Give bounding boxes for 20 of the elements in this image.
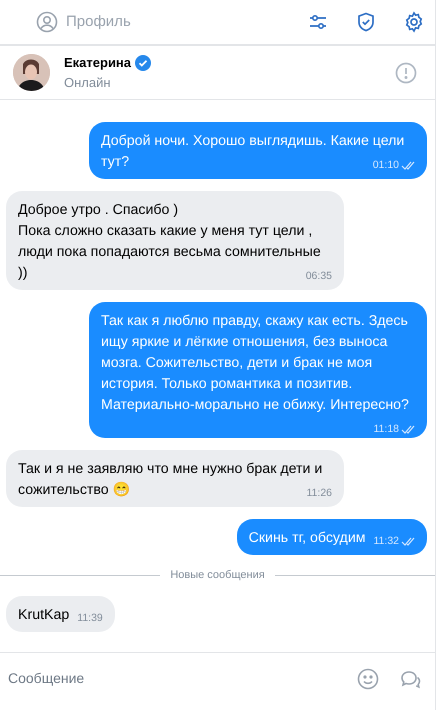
- message-time: 11:26: [306, 486, 332, 500]
- message-bubble: KrutKap 11:39: [6, 596, 115, 632]
- message-bubble: Доброй ночи. Хорошо выглядишь. Какие цели тут? 01:10: [89, 122, 427, 179]
- shield-icon[interactable]: [355, 11, 377, 33]
- message-time: 11:39: [77, 610, 103, 624]
- message-time: 06:35: [306, 269, 332, 283]
- profile-tab[interactable]: Профиль: [36, 10, 131, 34]
- message-time: 11:18: [374, 422, 399, 436]
- contact-name: Екатерина: [64, 54, 132, 72]
- message-bubble: Доброе утро . Спасибо ) Пока сложно сказать какие у меня тут цели , люди пока попадаются весьма сомнительные )) 06:35: [6, 191, 344, 290]
- message-bubble: Так и я не заявляю что мне нужно брак дети и сожительство 😁 11:26: [6, 450, 344, 507]
- message-bubble: Скинь тг, обсудим 11:32: [236, 519, 427, 555]
- message-bubble: Так как я люблю правду, скажу как есть. Здесь ищу яркие и лёгкие отношения, без выноса мозга. Сожительство, дети и брак не моя история. Только романтика и позитив. Материально-морально не обижу. Интересно? 11:18: [89, 302, 427, 438]
- settings-icon[interactable]: [403, 11, 425, 33]
- new-messages-divider: Новые сообщения: [170, 568, 265, 583]
- contact-status: Онлайн: [64, 74, 112, 92]
- profile-icon: [36, 11, 58, 33]
- message-time: 11:32: [374, 534, 399, 548]
- message-time: 01:10: [372, 158, 399, 172]
- emoji-icon[interactable]: [357, 668, 379, 690]
